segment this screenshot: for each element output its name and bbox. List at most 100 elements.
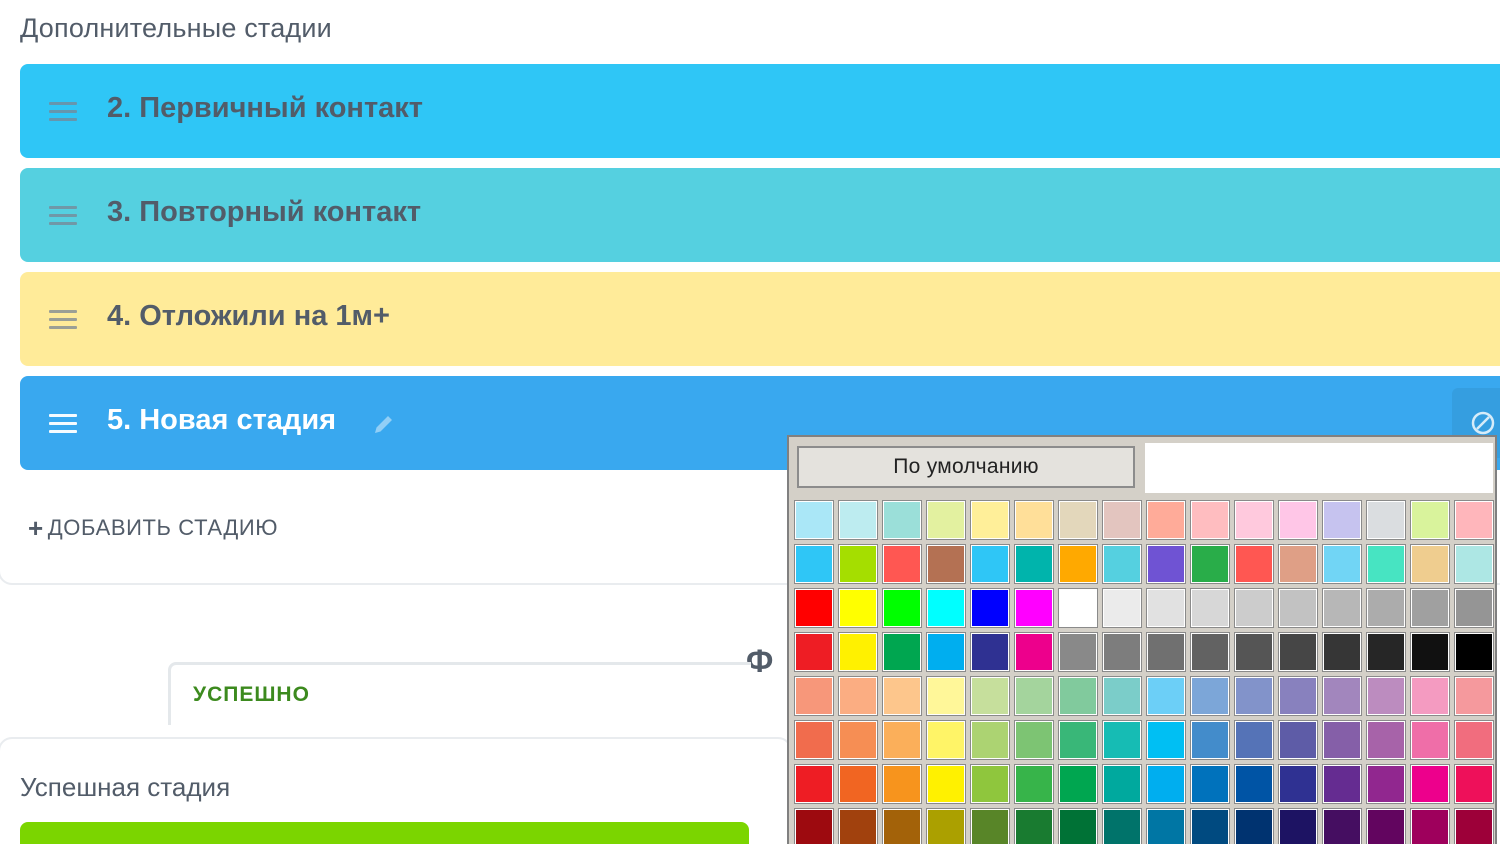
color-swatch[interactable] [1058, 588, 1098, 628]
color-swatch[interactable] [1234, 588, 1274, 628]
color-swatch[interactable] [1190, 720, 1230, 760]
color-swatch[interactable] [1102, 500, 1142, 540]
color-swatch[interactable] [926, 764, 966, 804]
color-swatch[interactable] [1366, 544, 1406, 584]
color-swatch[interactable] [1410, 544, 1450, 584]
color-swatch[interactable] [1102, 588, 1142, 628]
color-swatch[interactable] [1366, 632, 1406, 672]
color-swatch[interactable] [1454, 764, 1494, 804]
color-swatch[interactable] [1322, 808, 1362, 844]
color-swatch[interactable] [970, 588, 1010, 628]
color-swatch[interactable] [1102, 544, 1142, 584]
color-swatch[interactable] [882, 676, 922, 716]
color-swatch[interactable] [1190, 632, 1230, 672]
color-swatch[interactable] [1014, 764, 1054, 804]
color-swatch[interactable] [970, 500, 1010, 540]
color-swatch[interactable] [1410, 588, 1450, 628]
color-swatch[interactable] [1190, 588, 1230, 628]
color-swatch[interactable] [838, 720, 878, 760]
color-swatch[interactable] [1146, 500, 1186, 540]
color-swatch[interactable] [1146, 808, 1186, 844]
color-swatch[interactable] [1102, 764, 1142, 804]
color-swatch[interactable] [970, 720, 1010, 760]
color-swatch[interactable] [1058, 764, 1098, 804]
color-swatch[interactable] [1366, 676, 1406, 716]
color-swatch[interactable] [838, 588, 878, 628]
color-swatch[interactable] [970, 544, 1010, 584]
color-swatch[interactable] [838, 500, 878, 540]
color-swatch[interactable] [838, 808, 878, 844]
color-swatch[interactable] [1234, 764, 1274, 804]
color-swatch[interactable] [838, 764, 878, 804]
color-swatch[interactable] [1058, 500, 1098, 540]
color-swatch[interactable] [970, 808, 1010, 844]
color-swatch[interactable] [1278, 676, 1318, 716]
stage-item-4[interactable]: 4. Отложили на 1м+ [20, 272, 1500, 366]
color-swatch[interactable] [1366, 764, 1406, 804]
color-swatch[interactable] [882, 544, 922, 584]
color-swatch[interactable] [1322, 500, 1362, 540]
color-swatch[interactable] [926, 808, 966, 844]
color-swatch[interactable] [926, 544, 966, 584]
color-swatch[interactable] [1322, 764, 1362, 804]
color-swatch[interactable] [1146, 632, 1186, 672]
color-swatch[interactable] [1410, 808, 1450, 844]
color-swatch[interactable] [1190, 544, 1230, 584]
add-stage-button[interactable]: + ДОБАВИТЬ СТАДИЮ [28, 513, 278, 544]
color-swatch[interactable] [1234, 544, 1274, 584]
color-swatch[interactable] [926, 500, 966, 540]
stage-item-3[interactable]: 3. Повторный контакт [20, 168, 1500, 262]
color-swatch[interactable] [1146, 544, 1186, 584]
color-swatch[interactable] [794, 632, 834, 672]
color-swatch[interactable] [1278, 808, 1318, 844]
color-swatch[interactable] [1058, 808, 1098, 844]
color-swatch[interactable] [882, 808, 922, 844]
drag-handle-icon[interactable] [49, 414, 77, 434]
color-swatch[interactable] [1410, 632, 1450, 672]
color-swatch[interactable] [926, 676, 966, 716]
color-swatch[interactable] [1058, 544, 1098, 584]
drag-handle-icon[interactable] [49, 206, 77, 226]
tab-success[interactable]: УСПЕШНО [168, 662, 751, 725]
color-swatch[interactable] [794, 808, 834, 844]
color-swatch[interactable] [838, 632, 878, 672]
color-swatch[interactable] [1234, 500, 1274, 540]
color-swatch[interactable] [1278, 500, 1318, 540]
color-swatch[interactable] [882, 720, 922, 760]
color-swatch[interactable] [970, 764, 1010, 804]
color-swatch[interactable] [1058, 632, 1098, 672]
color-swatch[interactable] [1234, 632, 1274, 672]
color-swatch[interactable] [1454, 676, 1494, 716]
color-swatch[interactable] [882, 764, 922, 804]
color-swatch[interactable] [882, 500, 922, 540]
color-swatch[interactable] [1410, 500, 1450, 540]
color-swatch[interactable] [1014, 676, 1054, 716]
color-swatch[interactable] [1014, 544, 1054, 584]
color-swatch[interactable] [794, 676, 834, 716]
color-swatch[interactable] [1366, 588, 1406, 628]
color-swatch[interactable] [1278, 720, 1318, 760]
color-swatch[interactable] [1190, 764, 1230, 804]
color-swatch[interactable] [1410, 676, 1450, 716]
color-swatch[interactable] [1190, 500, 1230, 540]
color-swatch[interactable] [1146, 588, 1186, 628]
color-swatch[interactable] [1234, 720, 1274, 760]
stage-item-2[interactable]: 2. Первичный контакт [20, 64, 1500, 158]
color-swatch[interactable] [838, 676, 878, 716]
color-swatch[interactable] [1058, 676, 1098, 716]
color-swatch[interactable] [1102, 676, 1142, 716]
color-swatch[interactable] [1014, 808, 1054, 844]
color-swatch[interactable] [1014, 720, 1054, 760]
color-swatch[interactable] [838, 544, 878, 584]
color-swatch[interactable] [1014, 500, 1054, 540]
color-swatch[interactable] [1322, 720, 1362, 760]
color-swatch[interactable] [926, 632, 966, 672]
pencil-icon[interactable] [372, 412, 396, 436]
color-swatch[interactable] [1278, 632, 1318, 672]
success-stage-item[interactable] [20, 822, 749, 844]
color-swatch[interactable] [1058, 720, 1098, 760]
color-swatch[interactable] [1366, 720, 1406, 760]
color-swatch[interactable] [1454, 544, 1494, 584]
color-swatch[interactable] [1014, 588, 1054, 628]
color-swatch[interactable] [794, 588, 834, 628]
